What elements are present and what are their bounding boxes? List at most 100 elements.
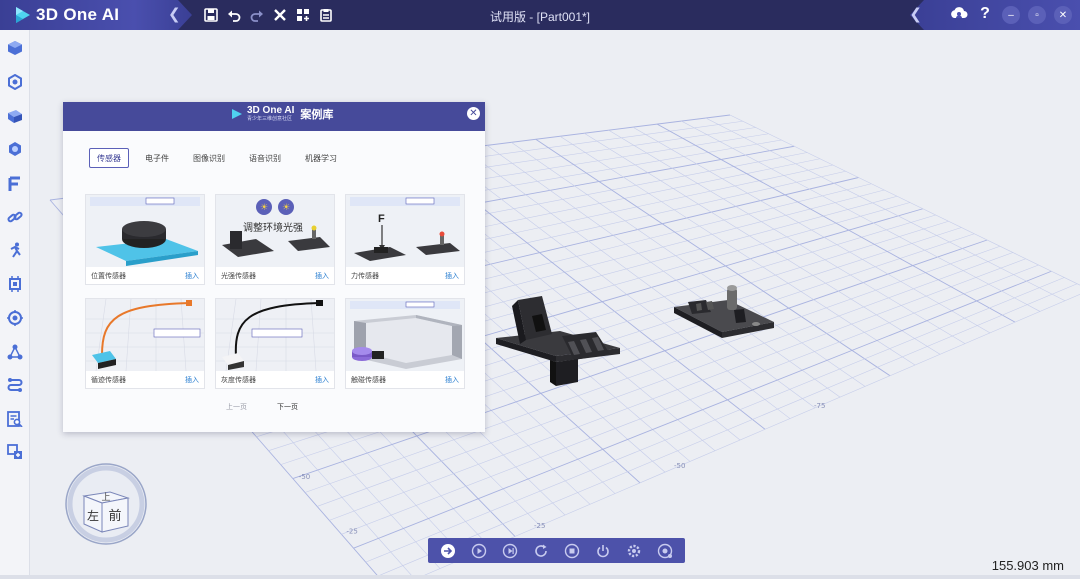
- case-card-line-tracking-sensor[interactable]: 循迹传感器 插入: [85, 298, 205, 389]
- tab-speech-recognition[interactable]: 语音识别: [241, 148, 289, 168]
- tab-image-recognition[interactable]: 图像识别: [185, 148, 233, 168]
- search-doc-icon[interactable]: [7, 411, 23, 427]
- save-icon[interactable]: [202, 6, 220, 24]
- clipboard-icon[interactable]: [317, 6, 335, 24]
- card-thumbnail: [86, 195, 204, 267]
- case-card-position-sensor[interactable]: 位置传感器 插入: [85, 194, 205, 285]
- case-library-logo: 3D One AI 青少年三维创意社区 案例库: [231, 106, 333, 122]
- card-title: 位置传感器: [91, 273, 126, 280]
- measurement-readout: 155.903 mm: [991, 558, 1064, 573]
- card-thumb-caption: F: [378, 213, 385, 225]
- case-card-grayscale-sensor[interactable]: 灰度传感器 插入: [215, 298, 335, 389]
- power-icon[interactable]: [594, 542, 612, 560]
- card-title: 力传感器: [351, 273, 379, 280]
- card-title: 触碰传感器: [351, 377, 386, 384]
- card-title: 光强传感器: [221, 273, 256, 280]
- cube-icon[interactable]: [7, 40, 23, 56]
- next-page-button[interactable]: 下一页: [277, 402, 298, 412]
- cube-face-left[interactable]: 左: [87, 508, 99, 523]
- card-thumbnail: [86, 299, 204, 371]
- sphere-icon[interactable]: [7, 141, 23, 157]
- play-icon[interactable]: [470, 542, 488, 560]
- card-insert-link[interactable]: 插入: [315, 271, 329, 281]
- grid-axis-label: -25: [346, 527, 357, 535]
- status-bar: [0, 575, 1080, 579]
- svg-text:☀: ☀: [282, 203, 290, 213]
- collapse-menu-icon[interactable]: ❮: [168, 0, 196, 30]
- cube-face-front[interactable]: 前: [108, 508, 121, 524]
- gear-icon[interactable]: [7, 74, 23, 90]
- case-library-header: 3D One AI 青少年三维创意社区 案例库 ✕: [63, 102, 485, 131]
- category-tabs: 传感器 电子件 图像识别 语音识别 机器学习: [89, 148, 345, 168]
- card-insert-link[interactable]: 插入: [445, 271, 459, 281]
- app-logo-area: 3D One AI: [0, 0, 192, 30]
- run-icon[interactable]: [7, 242, 23, 258]
- settings-icon[interactable]: [625, 542, 643, 560]
- close-button[interactable]: ✕: [1054, 6, 1072, 24]
- edit-icon[interactable]: [7, 108, 23, 124]
- maximize-button[interactable]: ▫: [1028, 6, 1046, 24]
- panel-subtitle: 青少年三维创意社区: [247, 116, 293, 122]
- card-thumbnail: [346, 299, 464, 371]
- expand-menu-icon[interactable]: ❮: [909, 0, 922, 30]
- case-card-touch-sensor[interactable]: 触碰传感器 插入: [345, 298, 465, 389]
- grid-axis-label: -50: [674, 462, 685, 470]
- help-icon[interactable]: ?: [976, 5, 994, 23]
- grid-line: [705, 117, 1066, 301]
- card-title: 灰度传感器: [221, 377, 256, 384]
- card-thumbnail: [216, 299, 334, 371]
- case-card-light-sensor[interactable]: ☀ ☀ 调整环境光强 光强传感器 插入: [215, 194, 335, 285]
- exit-icon[interactable]: [439, 542, 457, 560]
- cube-face-top[interactable]: 上: [101, 492, 110, 503]
- tab-electronics[interactable]: 电子件: [137, 148, 177, 168]
- tab-machine-learning[interactable]: 机器学习: [297, 148, 345, 168]
- record-icon[interactable]: [501, 542, 519, 560]
- prev-page-button[interactable]: 上一页: [226, 402, 247, 412]
- redo-icon[interactable]: [248, 6, 266, 24]
- target-icon[interactable]: [7, 310, 23, 326]
- card-insert-link[interactable]: 插入: [185, 271, 199, 281]
- pagination: 上一页 下一页: [226, 402, 298, 412]
- card-thumbnail: F: [346, 195, 464, 267]
- network-icon[interactable]: [7, 344, 23, 360]
- panel-title: 案例库: [300, 109, 334, 121]
- card-title: 循迹传感器: [91, 377, 126, 384]
- card-insert-link[interactable]: 插入: [185, 375, 199, 385]
- case-card-grid: 位置传感器 插入 ☀ ☀ 调整环境光强 光强传感器 插入 F 力传感器 插入 循…: [85, 194, 465, 389]
- card-insert-link[interactable]: 插入: [445, 375, 459, 385]
- panel-logo-icon: [232, 109, 242, 119]
- flow-icon[interactable]: [7, 377, 23, 393]
- refresh-icon[interactable]: [532, 542, 550, 560]
- card-thumbnail: ☀ ☀ 调整环境光强: [216, 195, 334, 267]
- minimize-button[interactable]: –: [1002, 6, 1020, 24]
- panel-close-icon[interactable]: ✕: [467, 107, 480, 120]
- card-insert-link[interactable]: 插入: [315, 375, 329, 385]
- stop-icon[interactable]: [563, 542, 581, 560]
- cloud-user-icon[interactable]: [950, 5, 968, 23]
- case-library-panel: 3D One AI 青少年三维创意社区 案例库 ✕ 传感器 电子件 图像识别 语…: [63, 102, 485, 432]
- panel-brand: 3D One AI: [247, 105, 295, 116]
- f-letter-icon[interactable]: [7, 176, 23, 192]
- app-name: 3D One AI: [36, 5, 120, 24]
- grid-icon[interactable]: [294, 6, 312, 24]
- left-toolbar: [0, 30, 30, 579]
- card-thumb-caption: 调整环境光强: [243, 223, 303, 234]
- tab-sensor[interactable]: 传感器: [89, 148, 129, 168]
- infrared-sensor-model[interactable]: [492, 296, 622, 391]
- delete-icon[interactable]: [271, 6, 289, 24]
- simulation-toolbar: [428, 538, 685, 563]
- app-logo-icon: [16, 7, 30, 23]
- grid-axis-label: -25: [534, 522, 545, 530]
- grid-line: [729, 114, 1080, 286]
- svg-text:☀: ☀: [260, 203, 268, 213]
- case-card-force-sensor[interactable]: F 力传感器 插入: [345, 194, 465, 285]
- grid-axis-label: -75: [814, 402, 825, 410]
- chip-icon[interactable]: [7, 276, 23, 292]
- export-icon[interactable]: [7, 444, 23, 460]
- link-icon[interactable]: [7, 209, 23, 225]
- view-cube[interactable]: 上 左 前: [64, 462, 148, 546]
- undo-icon[interactable]: [225, 6, 243, 24]
- light-sensor-model[interactable]: [666, 282, 796, 362]
- grid-axis-label: -50: [299, 473, 310, 481]
- view-icon[interactable]: [656, 542, 674, 560]
